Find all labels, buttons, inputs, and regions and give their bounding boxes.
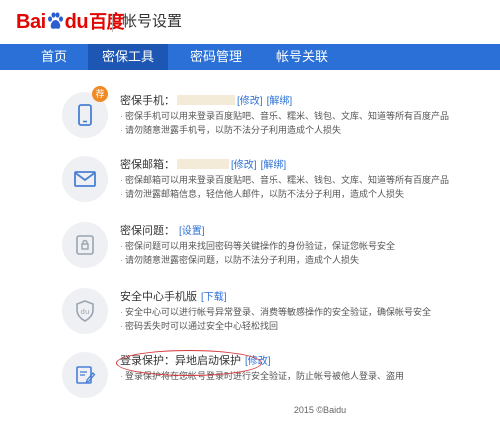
shield-du-icon: du — [76, 300, 94, 322]
item-title: 密保手机： — [120, 95, 175, 107]
shield-icon-circle: du — [62, 288, 108, 334]
item-title: 密保邮箱： — [120, 159, 175, 171]
svg-text:du: du — [81, 308, 90, 316]
list-item-security-question: 密保问题： [设置] · 密保问题可以用来找回密码等关键操作的身份验证，保证您帐号安… — [62, 216, 492, 276]
item-desc: · 请勿随意泄露密保问题，以防不法分子利用，造成个人损失 — [120, 255, 360, 265]
set-question-link[interactable]: [设置] — [179, 226, 205, 237]
list-item-security-center: du 安全中心手机版 [下载] · 安全中心可以进行帐号异常登录、消费等敏感操作的安… — [62, 282, 492, 342]
unbind-email-link[interactable]: [解绑] — [261, 160, 287, 171]
download-link[interactable]: [下载] — [201, 292, 227, 303]
item-desc: · 请勿随意泄露手机号，以防不法分子利用造成个人损失 — [120, 125, 342, 135]
edit-icon — [76, 366, 96, 384]
tab-home[interactable]: 首页 — [20, 44, 88, 70]
mail-icon-circle — [62, 156, 108, 202]
item-desc: · 密保邮箱可以用来登录百度贴吧、音乐、糯米、钱包、文库、知道等所有百度产品 — [120, 175, 450, 185]
logo-cn: 百度 — [89, 12, 125, 32]
modify-email-link[interactable]: [修改] — [231, 160, 257, 171]
mail-icon — [74, 171, 96, 187]
recommend-badge: 荐 — [92, 86, 108, 102]
main-nav: 首页 密保工具 密码管理 帐号关联 — [0, 44, 500, 70]
edit-icon-circle — [62, 352, 108, 398]
paw-icon — [47, 10, 64, 29]
modify-phone-link[interactable]: [修改] — [237, 96, 263, 107]
item-desc: · 密保问题可以用来找回密码等关键操作的身份验证，保证您帐号安全 — [120, 241, 396, 251]
tab-password-management[interactable]: 密码管理 — [176, 44, 256, 70]
phone-icon — [78, 104, 92, 126]
item-title: 密保问题： — [120, 225, 175, 237]
item-desc: · 请勿泄露邮箱信息，轻信他人邮件，以防不法分子利用，造成个人损失 — [120, 189, 405, 199]
baidu-logo[interactable]: Bai du百度 — [16, 8, 125, 36]
lock-icon — [76, 235, 94, 255]
masked-email — [177, 159, 229, 169]
copyright: 2015 ©Baidu — [293, 405, 347, 415]
highlight-annotation — [116, 350, 262, 376]
tab-account-link[interactable]: 帐号关联 — [262, 44, 342, 70]
item-title: 安全中心手机版 — [120, 291, 197, 303]
item-desc: · 安全中心可以进行帐号异常登录、消费等敏感操作的安全验证，确保帐号安全 — [120, 307, 432, 317]
item-desc: · 密保手机可以用来登录百度贴吧、音乐、糯米、钱包、文库、知道等所有百度产品 — [120, 111, 450, 121]
list-item-security-email: 密保邮箱： [修改] [解绑] · 密保邮箱可以用来登录百度贴吧、音乐、糯米、钱包、文… — [62, 150, 492, 210]
logo-du: du — [64, 11, 89, 33]
unbind-phone-link[interactable]: [解绑] — [267, 96, 293, 107]
tab-security-tools[interactable]: 密保工具 — [88, 44, 168, 70]
lock-icon-circle — [62, 222, 108, 268]
logo-bai: Bai — [16, 11, 46, 33]
footer: 2015 ©Baidu — [0, 405, 500, 415]
page-title: 帐号设置 — [122, 13, 183, 30]
masked-phone — [177, 95, 235, 105]
item-desc: · 密码丢失时可以通过安全中心轻松找回 — [120, 321, 279, 331]
list-item-security-phone: 荐 密保手机： [修改] [解绑] · 密保手机可以用来登录百度贴吧、音乐、糯米、钱包… — [62, 86, 492, 146]
header: Bai du百度 帐号设置 — [0, 0, 500, 44]
header-divider — [112, 14, 113, 32]
